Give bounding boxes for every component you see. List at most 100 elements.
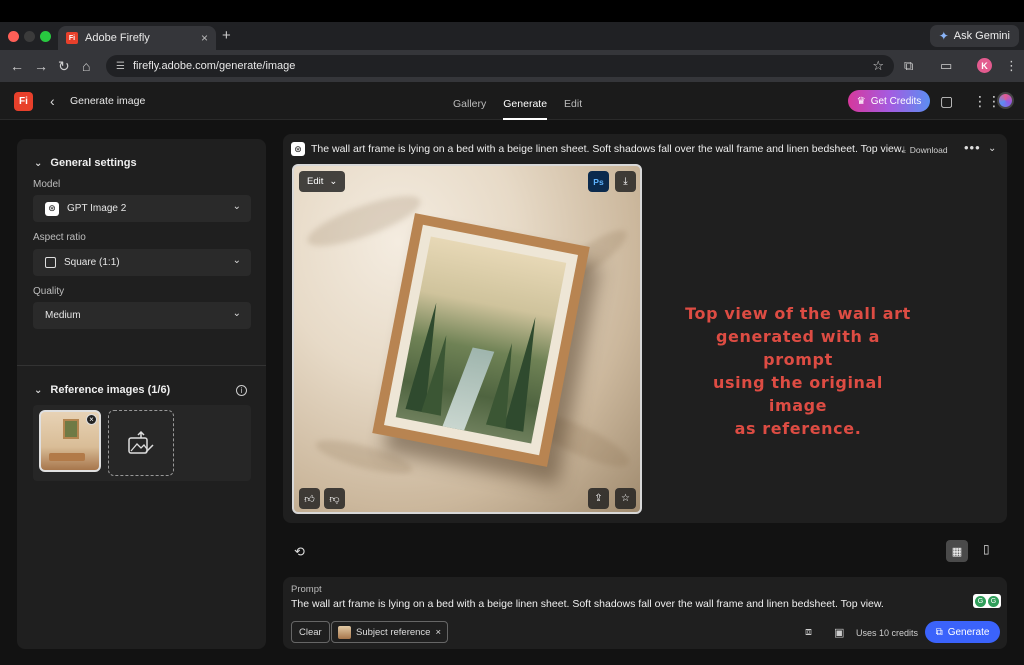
clear-button[interactable]: Clear bbox=[291, 621, 330, 643]
collapse-chevron-icon[interactable]: ⌄ bbox=[988, 143, 996, 154]
download-icon[interactable]: ⤓ bbox=[615, 171, 636, 192]
edit-dropdown-button[interactable]: Edit ⌄ bbox=[299, 171, 346, 192]
generate-icon: ⧉ bbox=[935, 626, 943, 638]
generated-image[interactable]: Edit ⌄ Ps ⤓ 👍︎ 👎︎ ⇪ ☆ bbox=[292, 164, 642, 514]
new-tab-button[interactable]: + bbox=[222, 27, 231, 44]
reload-icon[interactable]: ↻ bbox=[58, 58, 70, 74]
openai-logo-icon: ⊛ bbox=[291, 142, 305, 156]
page-title: Generate image bbox=[70, 95, 146, 107]
annotation-line-1: Top view of the wall art bbox=[685, 304, 911, 323]
subject-reference-chip[interactable]: Subject reference × bbox=[331, 621, 449, 643]
grid-view-icon[interactable]: ▦ bbox=[946, 540, 968, 562]
minimize-window-button[interactable] bbox=[24, 31, 35, 42]
share-icon[interactable]: ⇪ bbox=[588, 488, 609, 509]
remove-reference-icon[interactable]: × bbox=[86, 414, 97, 425]
chevron-down-icon: ⌄ bbox=[34, 384, 43, 396]
site-settings-icon[interactable]: ☰ bbox=[116, 61, 125, 72]
result-prompt-row: ⊛ The wall art frame is lying on a bed w… bbox=[291, 142, 904, 156]
tab-gallery[interactable]: Gallery bbox=[453, 82, 486, 120]
image-mode-icon[interactable]: ▣ bbox=[834, 626, 844, 639]
url-field[interactable]: ☰ firefly.adobe.com/generate/image ☆ bbox=[106, 55, 894, 77]
edit-label: Edit bbox=[307, 176, 324, 187]
star-icon[interactable]: ☆ bbox=[872, 58, 884, 74]
chevron-down-icon: ⌄ bbox=[329, 176, 338, 187]
chevron-down-icon: ⌄ bbox=[232, 308, 241, 319]
reference-image-thumbnail[interactable]: × bbox=[39, 410, 101, 472]
gemini-sparkle-icon: ✦ bbox=[938, 29, 949, 43]
prompt-panel: Prompt The wall art frame is lying on a … bbox=[283, 577, 1007, 649]
browser-tabstrip: Fi Adobe Firefly × + ✦ Ask Gemini bbox=[0, 22, 1024, 50]
aspect-ratio-value: Square (1:1) bbox=[64, 257, 120, 268]
feedback-icon[interactable]: ▢ bbox=[940, 93, 953, 110]
generate-button[interactable]: ⧉ Generate bbox=[925, 621, 1000, 643]
profile-avatar[interactable]: K bbox=[977, 58, 992, 73]
quality-label: Quality bbox=[33, 286, 65, 297]
download-label: Download bbox=[909, 144, 948, 155]
extensions-icon[interactable]: ⧉ bbox=[904, 58, 913, 74]
thumbs-up-icon[interactable]: 👍︎ bbox=[299, 488, 320, 509]
tab-search-icon[interactable]: ▭ bbox=[940, 58, 952, 74]
reference-images-label: Reference images (1/6) bbox=[50, 384, 171, 396]
home-icon[interactable]: ⌂ bbox=[82, 58, 90, 74]
reference-mini-thumbnail bbox=[338, 625, 351, 639]
subject-reference-label: Subject reference bbox=[356, 626, 431, 638]
quality-value: Medium bbox=[45, 310, 81, 321]
aspect-ratio-select[interactable]: Square (1:1) ⌄ bbox=[33, 249, 251, 276]
app-header: Fi ‹ Generate image Gallery Generate Edi… bbox=[0, 82, 1024, 120]
chevron-down-icon: ⌄ bbox=[232, 255, 241, 266]
close-tab-icon[interactable]: × bbox=[201, 31, 208, 45]
reference-images-tray: × bbox=[33, 405, 251, 481]
credit-usage-text: Uses 10 credits bbox=[856, 628, 919, 638]
annotation-line-2: generated with a prompt bbox=[715, 327, 881, 369]
model-value: GPT Image 2 bbox=[67, 203, 127, 214]
forward-icon[interactable]: → bbox=[34, 58, 48, 74]
quality-select[interactable]: Medium ⌄ bbox=[33, 302, 251, 329]
section-divider bbox=[17, 365, 266, 366]
annotation-line-3: using the original image bbox=[712, 373, 884, 415]
prompt-input[interactable]: The wall art frame is lying on a bed wit… bbox=[291, 598, 884, 610]
get-credits-button[interactable]: ♛ Get Credits bbox=[848, 90, 930, 112]
tab-generate[interactable]: Generate bbox=[503, 82, 548, 120]
back-icon[interactable]: ← bbox=[10, 58, 24, 74]
add-reference-image-button[interactable] bbox=[108, 410, 174, 476]
history-icon[interactable]: ⟲ bbox=[294, 544, 305, 560]
annotation-line-4: as reference. bbox=[734, 419, 862, 438]
annotation-caption: Top view of the wall art generated with … bbox=[683, 302, 913, 440]
thumbnail-art bbox=[63, 419, 79, 439]
general-settings-header[interactable]: ⌄ General settings bbox=[34, 157, 137, 169]
aspect-ratio-label: Aspect ratio bbox=[33, 232, 86, 243]
maximize-window-button[interactable] bbox=[40, 31, 51, 42]
style-settings-icon[interactable]: ⧈ bbox=[805, 626, 812, 639]
ask-gemini-label: Ask Gemini bbox=[953, 30, 1010, 42]
info-icon[interactable]: i bbox=[236, 385, 247, 396]
generate-label: Generate bbox=[947, 626, 990, 638]
chevron-down-icon: ⌄ bbox=[34, 157, 43, 169]
browser-tab[interactable]: Fi Adobe Firefly × bbox=[58, 26, 216, 50]
chevron-down-icon: ⌄ bbox=[232, 201, 241, 212]
openai-logo-icon: ⊛ bbox=[45, 201, 59, 216]
crown-icon: ♛ bbox=[856, 95, 866, 107]
grammar-extension-icon[interactable]: GG bbox=[973, 594, 1001, 608]
settings-panel: ⌄ General settings Model ⊛ GPT Image 2 ⌄… bbox=[17, 139, 266, 649]
thumbs-down-icon[interactable]: 👎︎ bbox=[324, 488, 345, 509]
thumbnail-bench bbox=[49, 453, 85, 461]
remove-chip-icon[interactable]: × bbox=[435, 627, 441, 638]
close-window-button[interactable] bbox=[8, 31, 19, 42]
reference-images-header[interactable]: ⌄ Reference images (1/6) bbox=[34, 384, 170, 396]
photoshop-button[interactable]: Ps bbox=[588, 171, 609, 192]
favorite-icon[interactable]: ☆ bbox=[615, 488, 636, 509]
get-credits-label: Get Credits bbox=[870, 95, 922, 107]
more-icon[interactable]: ••• bbox=[964, 140, 981, 155]
ask-gemini-button[interactable]: ✦ Ask Gemini bbox=[929, 25, 1019, 47]
back-chevron-icon[interactable]: ‹ bbox=[50, 93, 55, 109]
model-select[interactable]: ⊛ GPT Image 2 ⌄ bbox=[33, 195, 251, 222]
add-image-icon bbox=[128, 430, 154, 454]
user-avatar[interactable] bbox=[997, 92, 1014, 109]
download-button[interactable]: ⤓ Download bbox=[902, 144, 948, 155]
single-view-icon[interactable]: ▯ bbox=[983, 542, 990, 556]
download-icon: ⤓ bbox=[902, 144, 906, 154]
browser-menu-icon[interactable]: ⋮ bbox=[1005, 58, 1018, 74]
firefly-logo[interactable]: Fi bbox=[14, 92, 33, 111]
main-nav: Gallery Generate Edit bbox=[453, 82, 582, 120]
tab-edit[interactable]: Edit bbox=[564, 82, 582, 120]
